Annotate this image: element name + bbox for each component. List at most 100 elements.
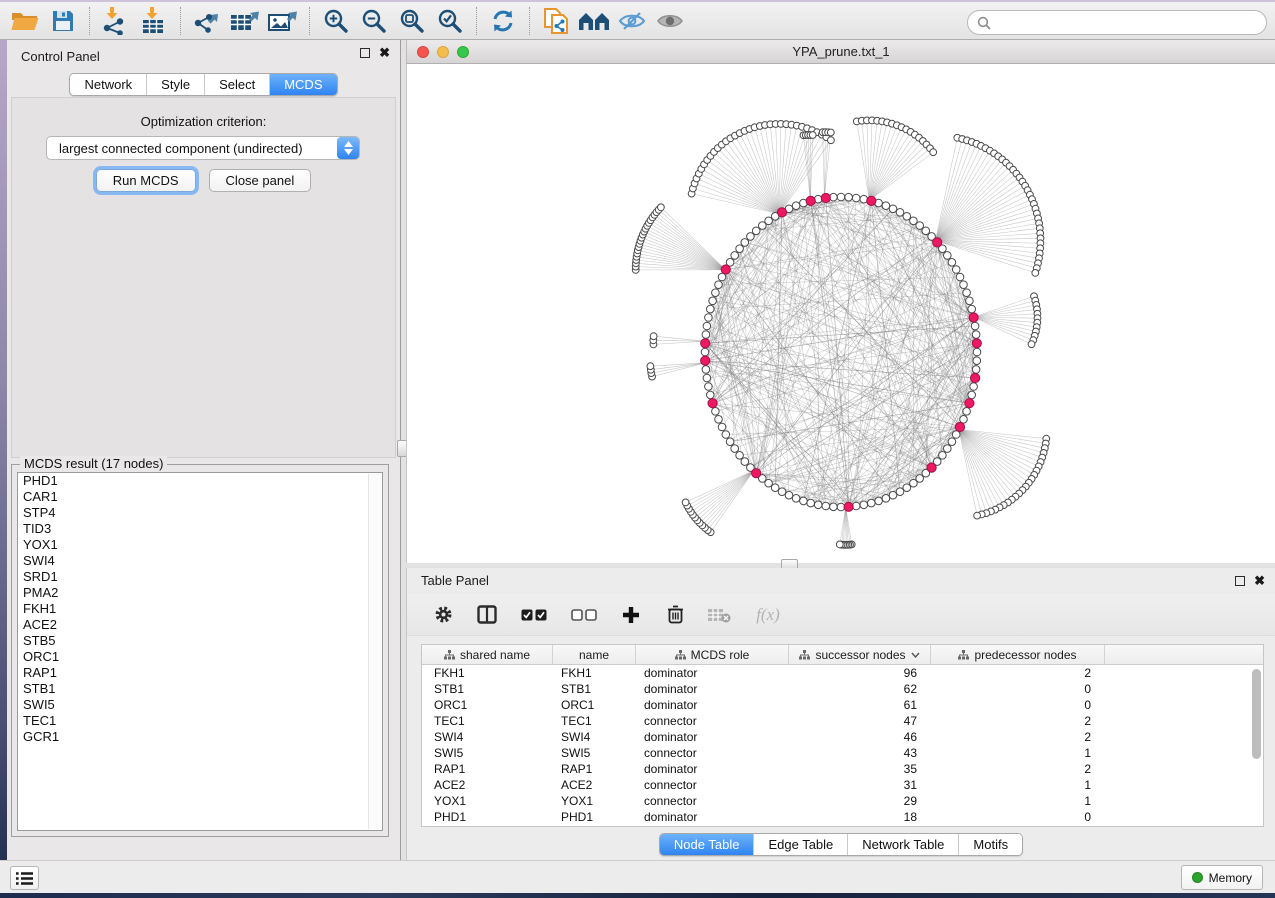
optimization-criterion-select[interactable]: largest connected component (undirected) [46,136,360,160]
fit-content-button[interactable] [393,5,431,37]
show-columns-button[interactable] [475,603,499,627]
cell-predecessor-nodes: 1 [931,793,1105,809]
table-row[interactable]: PHD1PHD1dominator180 [422,809,1263,825]
cell-MCDS-role: dominator [636,681,789,697]
cell-name: PHD1 [553,809,636,825]
cell-name: YOX1 [553,793,636,809]
table-row[interactable]: TEC1TEC1connector472 [422,713,1263,729]
tab-style[interactable]: Style [146,74,204,95]
cell-name: SWI4 [553,729,636,745]
delete-row-button[interactable] [663,603,687,627]
tab-node-table[interactable]: Node Table [660,834,754,855]
export-network-button[interactable] [188,5,226,37]
column-header-successor-nodes[interactable]: successor nodes [789,645,931,665]
tab-motifs[interactable]: Motifs [958,834,1022,855]
mcds-result-item[interactable]: CAR1 [18,489,382,505]
mcds-result-item[interactable]: PHD1 [18,473,382,489]
run-mcds-button[interactable]: Run MCDS [96,169,196,192]
deselect-all-rows-button[interactable] [569,603,599,627]
column-header-name[interactable]: name [553,645,636,665]
table-row[interactable]: ORC1ORC1dominator610 [422,697,1263,713]
control-panel-tabs: NetworkStyleSelectMCDS [69,73,337,96]
float-table-panel-icon[interactable] [1235,576,1245,586]
mcds-result-list: PHD1CAR1STP4TID3YOX1SWI4SRD1PMA2FKH1ACE2… [17,472,383,831]
close-panel-button[interactable]: Close panel [209,169,312,192]
cell-successor-nodes: 62 [789,681,931,697]
tab-select[interactable]: Select [204,74,269,95]
table-row[interactable]: SWI5SWI5connector431 [422,745,1263,761]
mcds-result-title: MCDS result (17 nodes) [20,456,167,471]
export-image-button[interactable] [264,5,302,37]
mcds-result-item[interactable]: STP4 [18,505,382,521]
mcds-result-item[interactable]: ACE2 [18,617,382,633]
mcds-result-item[interactable]: GCR1 [18,729,382,745]
duplicate-network-button[interactable] [537,5,575,37]
table-row[interactable]: FKH1FKH1dominator962 [422,665,1263,681]
cell-MCDS-role: dominator [636,809,789,825]
save-session-button[interactable] [44,5,82,37]
memory-label: Memory [1209,871,1252,885]
tab-network-table[interactable]: Network Table [847,834,958,855]
export-table-button[interactable] [226,5,264,37]
mcds-result-item[interactable]: SWI5 [18,697,382,713]
table-row[interactable]: SWI4SWI4dominator462 [422,729,1263,745]
mcds-result-item[interactable]: TID3 [18,521,382,537]
column-header-predecessor-nodes[interactable]: predecessor nodes [931,645,1105,665]
cell-predecessor-nodes: 2 [931,713,1105,729]
memory-button[interactable]: Memory [1181,865,1263,890]
mcds-result-item[interactable]: PMA2 [18,585,382,601]
tab-edge-table[interactable]: Edge Table [753,834,847,855]
mcds-result-item[interactable]: FKH1 [18,601,382,617]
open-session-button[interactable] [6,5,44,37]
network-view[interactable] [406,64,1275,563]
import-table-button[interactable] [135,5,173,37]
table-settings-button[interactable] [431,603,455,627]
mcds-result-item[interactable]: SRD1 [18,569,382,585]
first-neighbors-button[interactable] [575,5,613,37]
add-row-button[interactable] [619,603,643,627]
search-box[interactable] [967,10,1267,35]
close-table-panel-icon[interactable]: ✖ [1254,576,1265,586]
column-header-MCDS-role[interactable]: MCDS role [636,645,789,665]
tab-mcds[interactable]: MCDS [269,74,336,95]
table-row[interactable]: ACE2ACE2connector311 [422,777,1263,793]
cell-successor-nodes: 96 [789,665,931,681]
cell-predecessor-nodes: 2 [931,761,1105,777]
table-row[interactable]: STB1STB1dominator620 [422,681,1263,697]
table-scrollbar[interactable] [1252,669,1261,819]
refresh-view-button[interactable] [484,5,522,37]
table-row[interactable]: YOX1YOX1connector291 [422,793,1263,809]
delete-table-button-disabled [707,603,731,627]
export-image-icon [267,7,299,35]
cell-successor-nodes: 18 [789,809,931,825]
toolbar-separator [476,7,477,35]
mcds-result-item[interactable]: STB1 [18,681,382,697]
search-input[interactable] [996,15,1257,30]
show-panels-button[interactable] [10,866,39,890]
control-panel: Control Panel ✖ NetworkStyleSelectMCDS O… [7,40,401,860]
mcds-result-item[interactable]: SWI4 [18,553,382,569]
cell-shared-name: SWI5 [422,745,553,761]
float-panel-icon[interactable] [360,48,370,58]
show-all-button[interactable] [651,5,689,37]
network-window-titlebar: YPA_prune.txt_1 [406,40,1275,64]
table-scrollbar-thumb[interactable] [1252,669,1261,759]
cell-shared-name: PHD1 [422,809,553,825]
table-row[interactable]: RAP1RAP1dominator352 [422,761,1263,777]
cell-predecessor-nodes: 2 [931,729,1105,745]
hide-selected-button[interactable] [613,5,651,37]
zoom-in-button[interactable] [317,5,355,37]
zoom-selected-button[interactable] [431,5,469,37]
mcds-result-item[interactable]: STB5 [18,633,382,649]
mcds-result-item[interactable]: RAP1 [18,665,382,681]
import-network-button[interactable] [97,5,135,37]
column-header-shared-name[interactable]: shared name [422,645,553,665]
select-all-rows-button[interactable] [519,603,549,627]
zoom-out-button[interactable] [355,5,393,37]
close-panel-icon[interactable]: ✖ [379,48,390,58]
tab-network[interactable]: Network [70,74,146,95]
mcds-list-scrollbar[interactable] [368,474,381,829]
mcds-result-item[interactable]: ORC1 [18,649,382,665]
mcds-result-item[interactable]: YOX1 [18,537,382,553]
mcds-result-item[interactable]: TEC1 [18,713,382,729]
